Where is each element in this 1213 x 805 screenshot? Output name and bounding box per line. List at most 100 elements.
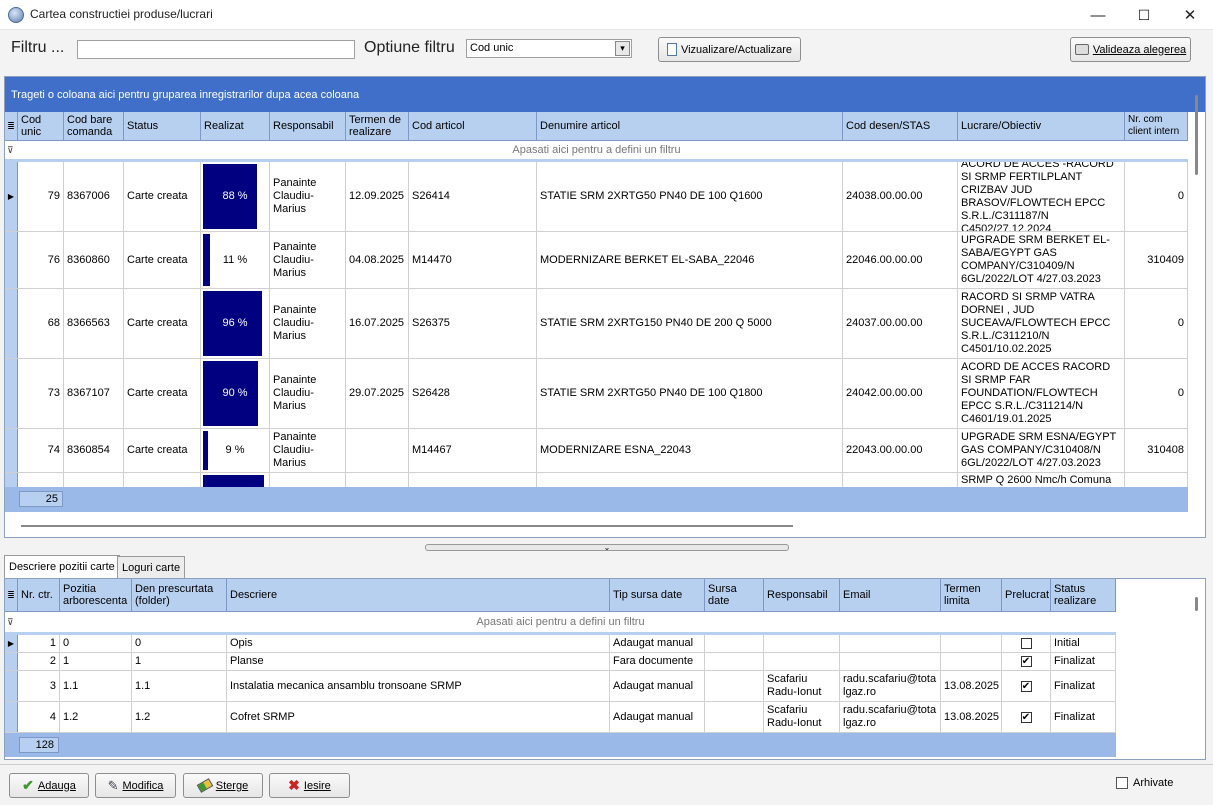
table-row[interactable]: SRMP Q 2600 Nmc/h Comuna bbox=[5, 473, 1188, 487]
column-chooser-icon[interactable]: ≣ bbox=[5, 112, 18, 140]
cell-responsabil: Scafariu Radu-Ionut bbox=[764, 671, 840, 701]
validate-button[interactable]: Valideaza alegerea bbox=[1070, 37, 1191, 62]
maximize-button[interactable]: ☐ bbox=[1121, 0, 1167, 30]
cell-sursa bbox=[705, 635, 764, 652]
cell-nr-ctr: 1 bbox=[18, 635, 60, 652]
prelucrat-checkbox[interactable]: ✔ bbox=[1020, 711, 1032, 723]
archived-toggle[interactable]: Arhivate bbox=[1116, 777, 1173, 789]
cell-nr-ctr: 3 bbox=[18, 671, 60, 701]
cell-cod-bare: 8367006 bbox=[64, 162, 124, 231]
filter-row[interactable]: ⊽ Apasati aici pentru a defini un filtru bbox=[5, 612, 1116, 635]
cell-responsabil bbox=[764, 635, 840, 652]
filter-icon: ⊽ bbox=[7, 145, 14, 155]
col-pozitia[interactable]: Pozitia arborescenta bbox=[60, 579, 132, 611]
cell-status: Carte creata bbox=[124, 429, 201, 472]
filter-row-hint: Apasati aici pentru a defini un filtru bbox=[476, 616, 645, 628]
cell-nr-com bbox=[1125, 473, 1188, 487]
tab-descriere[interactable]: Descriere pozitii carte bbox=[4, 555, 120, 578]
archived-checkbox[interactable] bbox=[1116, 777, 1128, 789]
splitter-handle[interactable]: ⌄ bbox=[425, 543, 789, 552]
vertical-scrollbar[interactable] bbox=[1195, 597, 1198, 611]
col-den-prescurtata[interactable]: Den prescurtata (folder) bbox=[132, 579, 227, 611]
group-panel[interactable]: Trageti o coloana aici pentru gruparea i… bbox=[5, 77, 1205, 112]
cell-lucrare: ACORD DE ACCES RACORD SI SRMP FAR FOUNDA… bbox=[958, 359, 1125, 428]
cell-lucrare: UPGRADE SRM ESNA/EGYPT GAS COMPANY/C3104… bbox=[958, 429, 1125, 472]
refresh-button[interactable]: Vizualizare/Actualizare bbox=[658, 37, 801, 62]
col-denumire[interactable]: Denumire articol bbox=[537, 112, 843, 140]
col-termen[interactable]: Termen de realizare bbox=[346, 112, 409, 140]
col-responsabil[interactable]: Responsabil bbox=[764, 579, 840, 611]
col-responsabil[interactable]: Responsabil bbox=[270, 112, 346, 140]
cell-cod-desen: 24038.00.00.00 bbox=[843, 162, 958, 231]
col-sursa-date[interactable]: Sursa date bbox=[705, 579, 764, 611]
table-row[interactable]: 3 1.1 1.1 Instalatia mecanica ansamblu tron… bbox=[5, 671, 1116, 702]
tab-loguri[interactable]: Loguri carte bbox=[117, 556, 186, 578]
table-row[interactable]: 74 8360854 Carte creata 9 % Panainte Claudiu… bbox=[5, 429, 1188, 473]
row-indicator[interactable] bbox=[5, 359, 18, 428]
add-button[interactable]: ✔ Adauga bbox=[9, 773, 89, 798]
cell-cod-articol bbox=[409, 473, 537, 487]
col-cod-unic[interactable]: Cod unic bbox=[18, 112, 64, 140]
close-button[interactable]: ✕ bbox=[1167, 0, 1213, 30]
table-row[interactable]: 2 1 1 Planse Fara documente ✔ Finalizat bbox=[5, 653, 1116, 671]
prelucrat-checkbox[interactable]: ✔ bbox=[1020, 656, 1032, 667]
action-bar: ✔ Adauga ✎ Modifica Sterge ✖ Iesire Arhi… bbox=[0, 764, 1213, 805]
col-termen-limita[interactable]: Termen limita bbox=[941, 579, 1002, 611]
filter-input[interactable] bbox=[77, 40, 355, 59]
cell-tip-sursa: Adaugat manual bbox=[610, 671, 705, 701]
col-nr-ctr[interactable]: Nr. ctr. bbox=[18, 579, 60, 611]
chevron-down-icon[interactable]: ▾ bbox=[615, 41, 630, 56]
app-icon bbox=[8, 7, 24, 23]
cell-nr-com: 0 bbox=[1125, 289, 1188, 358]
row-indicator[interactable] bbox=[5, 289, 18, 358]
cell-den: 1 bbox=[132, 653, 227, 670]
prelucrat-checkbox[interactable] bbox=[1020, 638, 1032, 649]
col-realizat[interactable]: Realizat bbox=[201, 112, 270, 140]
positions-grid-header: ≣ Nr. ctr. Pozitia arborescenta Den pres… bbox=[5, 579, 1116, 612]
col-cod-bare[interactable]: Cod bare comanda bbox=[64, 112, 124, 140]
filter-row[interactable]: ⊽ Apasati aici pentru a defini un filtru bbox=[5, 141, 1188, 162]
progress-label: 90 % bbox=[222, 387, 248, 399]
edit-button[interactable]: ✎ Modifica bbox=[95, 773, 176, 798]
col-cod-desen[interactable]: Cod desen/STAS bbox=[843, 112, 958, 140]
col-email[interactable]: Email bbox=[840, 579, 941, 611]
table-row[interactable]: ▶ 1 0 0 Opis Adaugat manual Initial bbox=[5, 635, 1116, 653]
col-prelucrat[interactable]: Prelucrat bbox=[1002, 579, 1051, 611]
col-nr-com[interactable]: Nr. com client intern bbox=[1125, 112, 1188, 140]
col-lucrare[interactable]: Lucrare/Obiectiv bbox=[958, 112, 1125, 140]
horizontal-scrollbar[interactable] bbox=[21, 525, 793, 527]
filter-option-select[interactable]: Cod unic ▾ bbox=[466, 39, 632, 58]
current-row-indicator[interactable]: ▶ bbox=[5, 635, 18, 652]
cell-cod-articol: M14467 bbox=[409, 429, 537, 472]
row-indicator[interactable] bbox=[5, 653, 18, 670]
table-row[interactable]: 68 8366563 Carte creata 96 % Panainte Claudi… bbox=[5, 289, 1188, 359]
cell-termen bbox=[346, 429, 409, 472]
row-indicator[interactable] bbox=[5, 702, 18, 732]
table-row[interactable]: 4 1.2 1.2 Cofret SRMP Adaugat manual Scafariu… bbox=[5, 702, 1116, 733]
row-indicator[interactable] bbox=[5, 429, 18, 472]
edit-icon: ✎ bbox=[107, 777, 119, 793]
column-chooser-icon[interactable]: ≣ bbox=[5, 579, 18, 611]
row-indicator[interactable] bbox=[5, 671, 18, 701]
cell-cod-unic: 74 bbox=[18, 429, 64, 472]
minimize-button[interactable]: — bbox=[1075, 0, 1121, 30]
delete-button[interactable]: Sterge bbox=[183, 773, 263, 798]
col-descriere[interactable]: Descriere bbox=[227, 579, 610, 611]
row-indicator[interactable] bbox=[5, 473, 18, 487]
col-status-realizare[interactable]: Status realizare bbox=[1051, 579, 1116, 611]
cell-realizat bbox=[201, 473, 270, 487]
table-row[interactable]: 76 8360860 Carte creata 11 % Panainte Claudi… bbox=[5, 232, 1188, 289]
cell-tip-sursa: Adaugat manual bbox=[610, 635, 705, 652]
table-row[interactable]: 73 8367107 Carte creata 90 % Panainte Claudi… bbox=[5, 359, 1188, 429]
col-cod-articol[interactable]: Cod articol bbox=[409, 112, 537, 140]
row-indicator[interactable] bbox=[5, 232, 18, 288]
col-status[interactable]: Status bbox=[124, 112, 201, 140]
prelucrat-checkbox[interactable]: ✔ bbox=[1020, 680, 1032, 692]
cell-status bbox=[124, 473, 201, 487]
vertical-scrollbar[interactable] bbox=[1195, 95, 1198, 175]
exit-button[interactable]: ✖ Iesire bbox=[269, 773, 350, 798]
table-row[interactable]: ▶ 79 8367006 Carte creata 88 % Panainte Claud… bbox=[5, 162, 1188, 232]
positions-rows: ▶ 1 0 0 Opis Adaugat manual Initial 2 1 1 Planse Fa… bbox=[5, 635, 1116, 733]
col-tip-sursa[interactable]: Tip sursa date bbox=[610, 579, 705, 611]
current-row-indicator[interactable]: ▶ bbox=[5, 162, 18, 231]
